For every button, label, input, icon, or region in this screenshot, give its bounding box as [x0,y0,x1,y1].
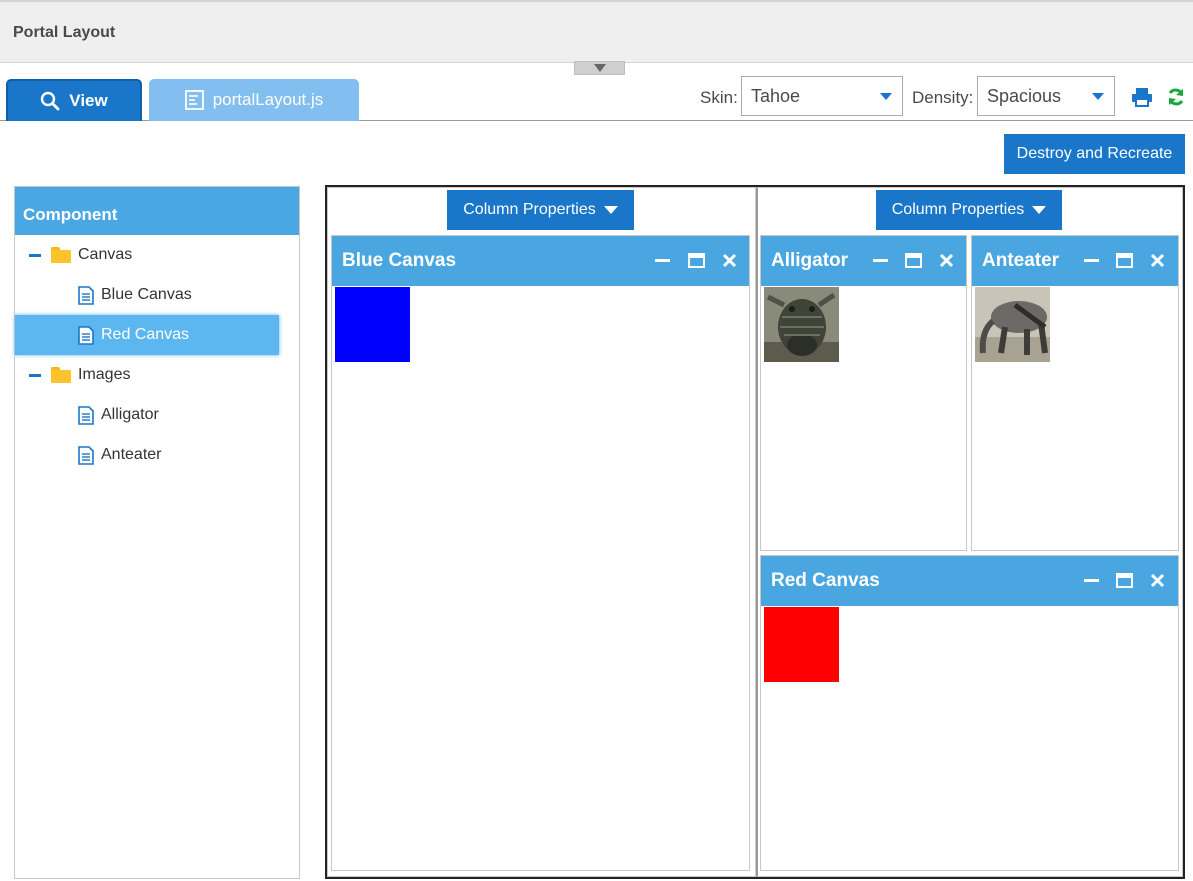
tab-source[interactable]: portalLayout.js [149,79,359,121]
search-icon [40,91,60,111]
column-properties-label: Column Properties [463,201,596,218]
tab-view-label: View [69,91,108,110]
portlet-blue-canvas[interactable]: Blue Canvas [331,235,750,871]
tree-item-label: Red Canvas [101,326,190,343]
tree-item-label: Blue Canvas [101,286,192,303]
folder-icon [51,247,71,263]
portlet-header[interactable]: Blue Canvas [332,236,749,286]
portlet-red-canvas[interactable]: Red Canvas [760,555,1179,871]
column-properties-button[interactable]: Column Properties [447,190,634,230]
collapse-icon[interactable] [29,373,41,377]
minimize-icon[interactable] [654,252,671,269]
chevron-down-icon [880,93,892,100]
portlet-anteater[interactable]: Anteater [971,235,1179,551]
column-properties-button[interactable]: Column Properties [876,190,1062,230]
column-properties-label: Column Properties [891,201,1025,218]
document-icon [78,405,94,425]
document-icon [78,445,94,465]
maximize-icon[interactable] [1116,252,1133,269]
chevron-down-icon [603,206,618,214]
tab-view[interactable]: View [6,79,142,121]
anteater-image [975,287,1050,362]
portlet-header[interactable]: Anteater [972,236,1178,286]
red-canvas-swatch [764,607,839,682]
density-label: Density: [912,88,974,107]
skin-select[interactable]: Tahoe [741,76,903,116]
tree-item-label: Alligator [101,406,159,423]
close-icon[interactable] [1149,572,1166,589]
tree-folder-canvas[interactable]: Canvas [15,235,279,275]
density-select[interactable]: Spacious [977,76,1115,116]
page-title: Portal Layout [13,24,116,41]
chevron-down-icon [1092,93,1104,100]
blue-canvas-swatch [335,287,410,362]
tree-folder-images[interactable]: Images [15,355,279,395]
minimize-icon[interactable] [1083,252,1100,269]
portlet-header[interactable]: Alligator [761,236,966,286]
code-file-icon [184,90,204,110]
tree-item-label: Anteater [101,446,162,463]
tab-source-label: portalLayout.js [212,90,324,109]
destroy-recreate-button[interactable]: Destroy and Recreate [1004,134,1185,174]
chevron-down-icon [1032,206,1047,214]
print-icon[interactable] [1131,87,1152,107]
tree-item-label: Canvas [78,246,133,263]
collapse-icon[interactable] [29,253,41,257]
portlet-alligator[interactable]: Alligator [760,235,967,551]
portlet-header[interactable]: Red Canvas [761,556,1178,606]
skin-value: Tahoe [751,86,801,106]
minimize-icon[interactable] [872,252,889,269]
tree-item-anteater[interactable]: Anteater [15,435,279,475]
close-icon[interactable] [938,252,955,269]
folder-icon [51,367,71,383]
portal-layout: Column Properties Column Properties Blue… [325,185,1185,879]
collapse-handle[interactable] [574,61,625,75]
component-tree: Component Canvas Blue Canvas Red Canvas … [14,186,300,879]
maximize-icon[interactable] [688,252,705,269]
maximize-icon[interactable] [1116,572,1133,589]
close-icon[interactable] [1149,252,1166,269]
portlet-title: Anteater [982,250,1060,271]
skin-label: Skin: [700,88,738,107]
document-icon [78,285,94,305]
tree-item-alligator[interactable]: Alligator [15,395,279,435]
title-bar: Portal Layout [0,0,1193,62]
maximize-icon[interactable] [905,252,922,269]
tree-item-blue-canvas[interactable]: Blue Canvas [15,275,279,315]
tree-item-label: Images [78,366,131,383]
portlet-title: Alligator [771,250,849,271]
tree-header: Component [15,187,299,235]
minimize-icon[interactable] [1083,572,1100,589]
tree-item-red-canvas[interactable]: Red Canvas [15,315,279,355]
density-value: Spacious [987,86,1062,106]
alligator-image [764,287,839,362]
refresh-icon[interactable] [1166,87,1186,107]
document-icon [78,325,94,345]
portlet-title: Blue Canvas [342,250,457,271]
close-icon[interactable] [721,252,738,269]
portlet-title: Red Canvas [771,570,880,591]
